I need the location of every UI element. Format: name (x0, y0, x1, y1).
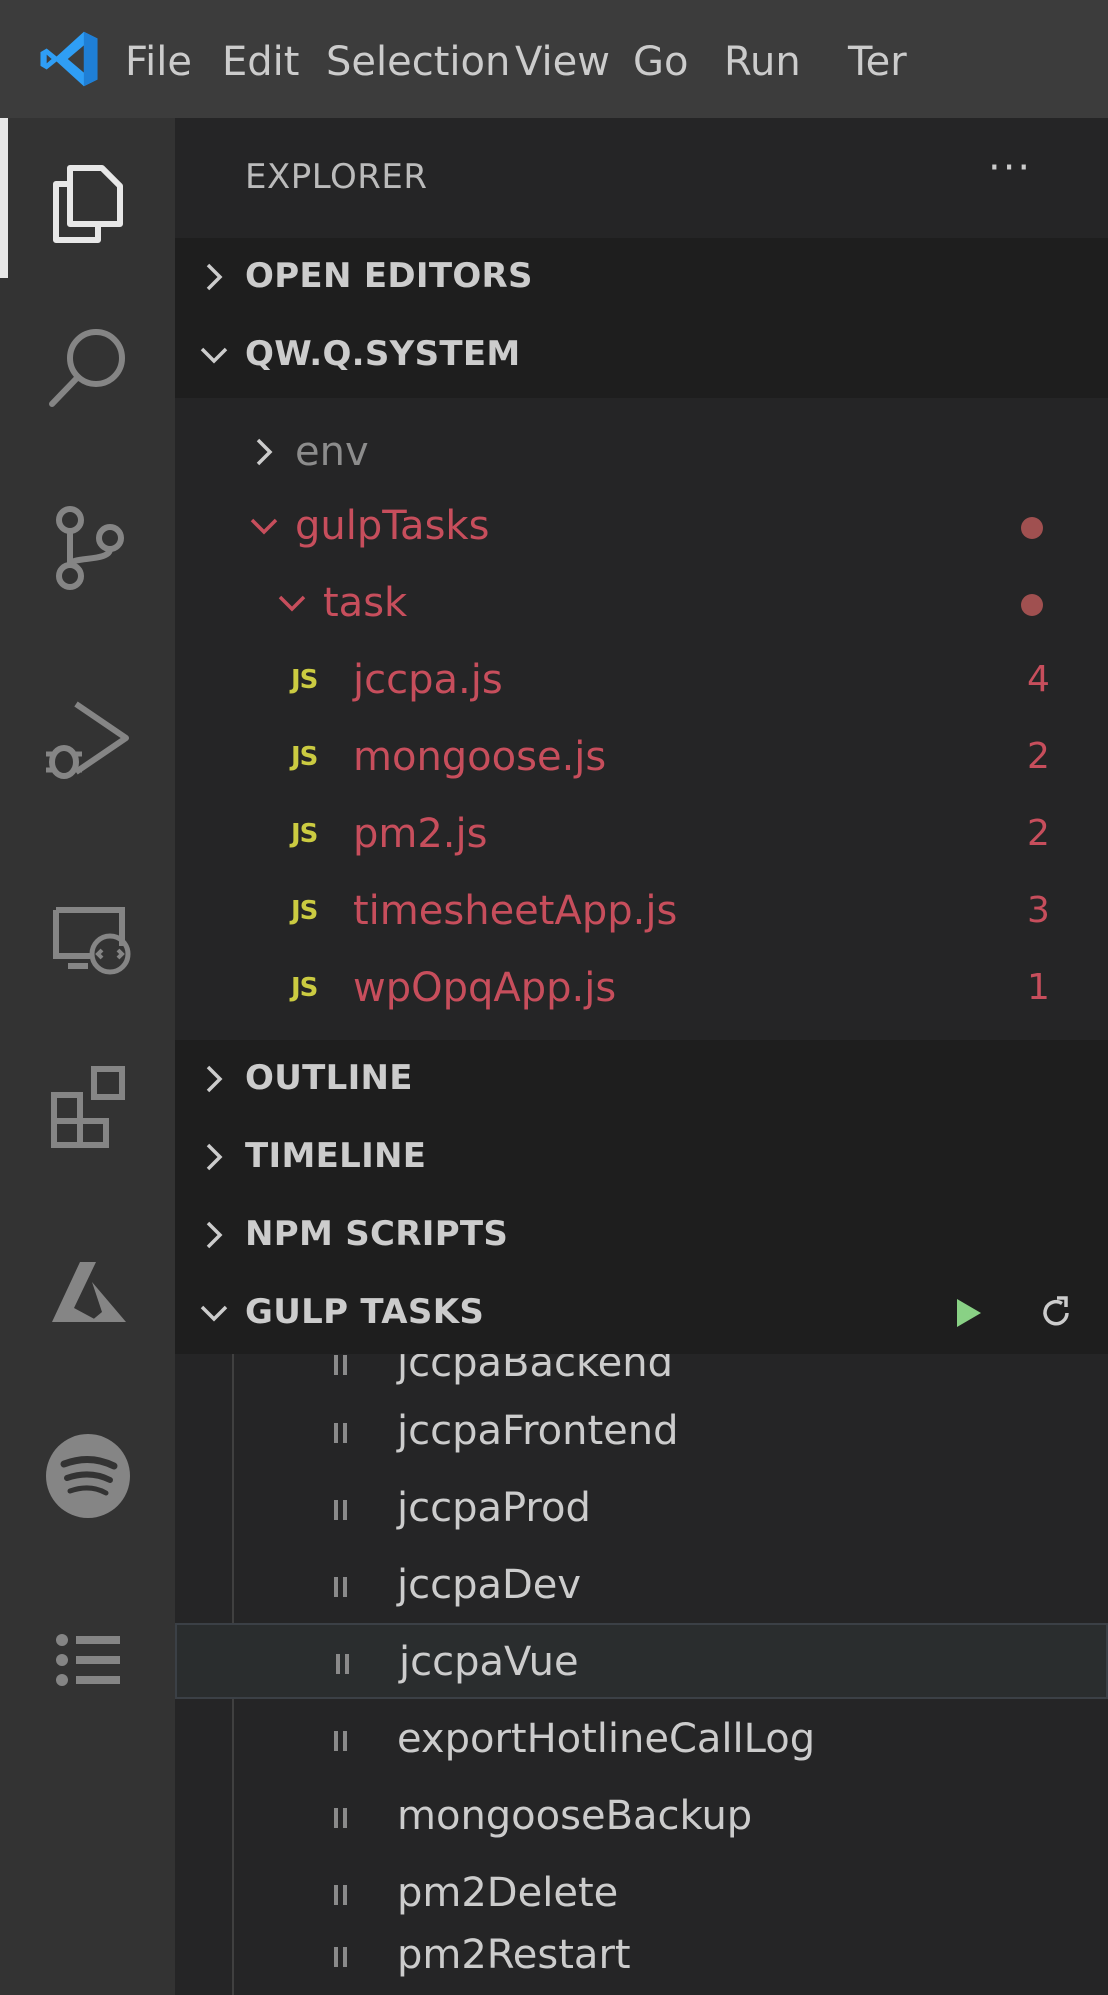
section-label: GULP TASKS (245, 1292, 485, 1332)
chevron-right-icon (206, 1221, 223, 1249)
section-label: OUTLINE (245, 1058, 413, 1098)
grip-icon (334, 1731, 347, 1751)
tree-file-label: wpOpqApp.js (353, 965, 617, 1011)
modified-dot (1021, 517, 1043, 539)
vscode-window: File Edit Selection View Go Run Ter EXPL… (0, 0, 1108, 1995)
refresh-icon[interactable] (1037, 1294, 1075, 1332)
grip-icon (334, 1808, 347, 1828)
section-label: NPM SCRIPTS (245, 1214, 509, 1254)
section-label: TIMELINE (245, 1136, 427, 1176)
gulp-task-exporthotlinecalllog[interactable]: exportHotlineCallLog (175, 1702, 1108, 1778)
tree-file-jccpa[interactable]: JS jccpa.js 4 (175, 643, 1108, 719)
problem-count: 2 (1027, 813, 1050, 854)
tree-folder-env[interactable]: env (175, 415, 1108, 491)
vscode-logo-icon[interactable] (38, 28, 100, 90)
run-task-icon[interactable] (951, 1296, 985, 1330)
section-timeline[interactable]: TIMELINE (175, 1118, 1108, 1196)
js-file-icon: JS (291, 896, 318, 926)
section-label: OPEN EDITORS (245, 256, 533, 296)
remote-explorer-icon[interactable] (40, 880, 136, 976)
azure-icon[interactable] (40, 1242, 136, 1338)
grip-icon (336, 1654, 349, 1674)
activity-active-indicator (0, 118, 8, 278)
grip-icon (334, 1947, 347, 1967)
grip-icon (334, 1577, 347, 1597)
tree-file-pm2[interactable]: JS pm2.js 2 (175, 797, 1108, 873)
section-npm-scripts[interactable]: NPM SCRIPTS (175, 1196, 1108, 1274)
gulp-task-mongoosebackup[interactable]: mongooseBackup (175, 1779, 1108, 1855)
search-icon[interactable] (40, 318, 136, 414)
section-label: QW.Q.SYSTEM (245, 334, 521, 374)
chevron-right-icon (206, 1065, 223, 1093)
tree-file-label: pm2.js (353, 811, 488, 857)
extensions-icon[interactable] (40, 1055, 136, 1151)
section-workspace[interactable]: QW.Q.SYSTEM (175, 316, 1108, 398)
explorer-title: EXPLORER (245, 157, 428, 197)
tree-file-wpopqapp[interactable]: JS wpOpqApp.js 1 (175, 951, 1108, 1027)
problem-count: 4 (1027, 659, 1050, 700)
chevron-down-icon (200, 1305, 228, 1322)
tree-folder-label: gulpTasks (295, 503, 490, 549)
tree-file-label: jccpa.js (353, 657, 503, 703)
problem-count: 2 (1027, 736, 1050, 777)
tree-folder-label: env (295, 429, 369, 475)
gulp-task-label: jccpaFrontend (397, 1408, 679, 1454)
gulp-task-jccpaprod[interactable]: jccpaProd (175, 1471, 1108, 1547)
tree-file-mongoose[interactable]: JS mongoose.js 2 (175, 720, 1108, 796)
js-file-icon: JS (291, 742, 318, 772)
more-actions-icon[interactable]: ··· (988, 148, 1032, 188)
js-file-icon: JS (291, 819, 318, 849)
gulp-task-label: pm2Restart (397, 1932, 631, 1978)
gulp-task-jccpavue[interactable]: jccpaVue (175, 1623, 1108, 1699)
problem-count: 3 (1027, 890, 1050, 931)
menu-edit[interactable]: Edit (222, 38, 299, 86)
menu-bar: File Edit Selection View Go Run Ter (0, 0, 1108, 118)
source-control-icon[interactable] (40, 498, 136, 594)
grip-icon (334, 1885, 347, 1905)
tree-folder-gulptasks[interactable]: gulpTasks (175, 489, 1108, 565)
menu-file[interactable]: File (125, 38, 192, 86)
grip-icon (334, 1423, 347, 1443)
chevron-right-icon (206, 1143, 223, 1171)
chevron-right-icon (206, 263, 223, 291)
gulp-task-jccpadev[interactable]: jccpaDev (175, 1548, 1108, 1624)
grip-icon (334, 1500, 347, 1520)
section-open-editors[interactable]: OPEN EDITORS (175, 238, 1108, 316)
chevron-right-icon (256, 438, 273, 466)
list-icon[interactable] (40, 1612, 136, 1708)
gulp-task-label: mongooseBackup (397, 1793, 753, 1839)
tree-file-label: mongoose.js (353, 734, 607, 780)
gulp-task-label: exportHotlineCallLog (397, 1716, 816, 1762)
gulp-task-label: jccpaVue (399, 1639, 579, 1685)
tree-folder-task[interactable]: task (175, 566, 1108, 642)
menu-view[interactable]: View (515, 38, 610, 86)
spotify-icon[interactable] (40, 1428, 136, 1524)
problem-count: 1 (1027, 967, 1050, 1008)
gulp-task-label: jccpaProd (397, 1485, 591, 1531)
section-outline[interactable]: OUTLINE (175, 1040, 1108, 1118)
js-file-icon: JS (291, 665, 318, 695)
menu-run[interactable]: Run (724, 38, 801, 86)
gulp-task-label: jccpaDev (397, 1562, 582, 1608)
tree-folder-label: task (323, 580, 408, 626)
gulp-task-pm2restart[interactable]: pm2Restart (175, 1918, 1108, 1994)
tree-file-label: timesheetApp.js (353, 888, 678, 934)
menu-selection[interactable]: Selection (326, 38, 510, 86)
modified-dot (1021, 594, 1043, 616)
run-debug-icon[interactable] (40, 690, 136, 786)
js-file-icon: JS (291, 973, 318, 1003)
explorer-icon[interactable] (40, 150, 136, 246)
gulp-task-label: pm2Delete (397, 1870, 619, 1916)
chevron-down-icon (250, 518, 278, 535)
tree-file-timesheetapp[interactable]: JS timesheetApp.js 3 (175, 874, 1108, 950)
chevron-down-icon (200, 347, 228, 364)
menu-terminal[interactable]: Ter (848, 38, 907, 86)
menu-go[interactable]: Go (633, 38, 688, 86)
gulp-task-jccpafrontend[interactable]: jccpaFrontend (175, 1394, 1108, 1470)
chevron-down-icon (278, 595, 306, 612)
section-gulp-tasks[interactable]: GULP TASKS (175, 1274, 1108, 1354)
grip-icon (334, 1355, 347, 1375)
